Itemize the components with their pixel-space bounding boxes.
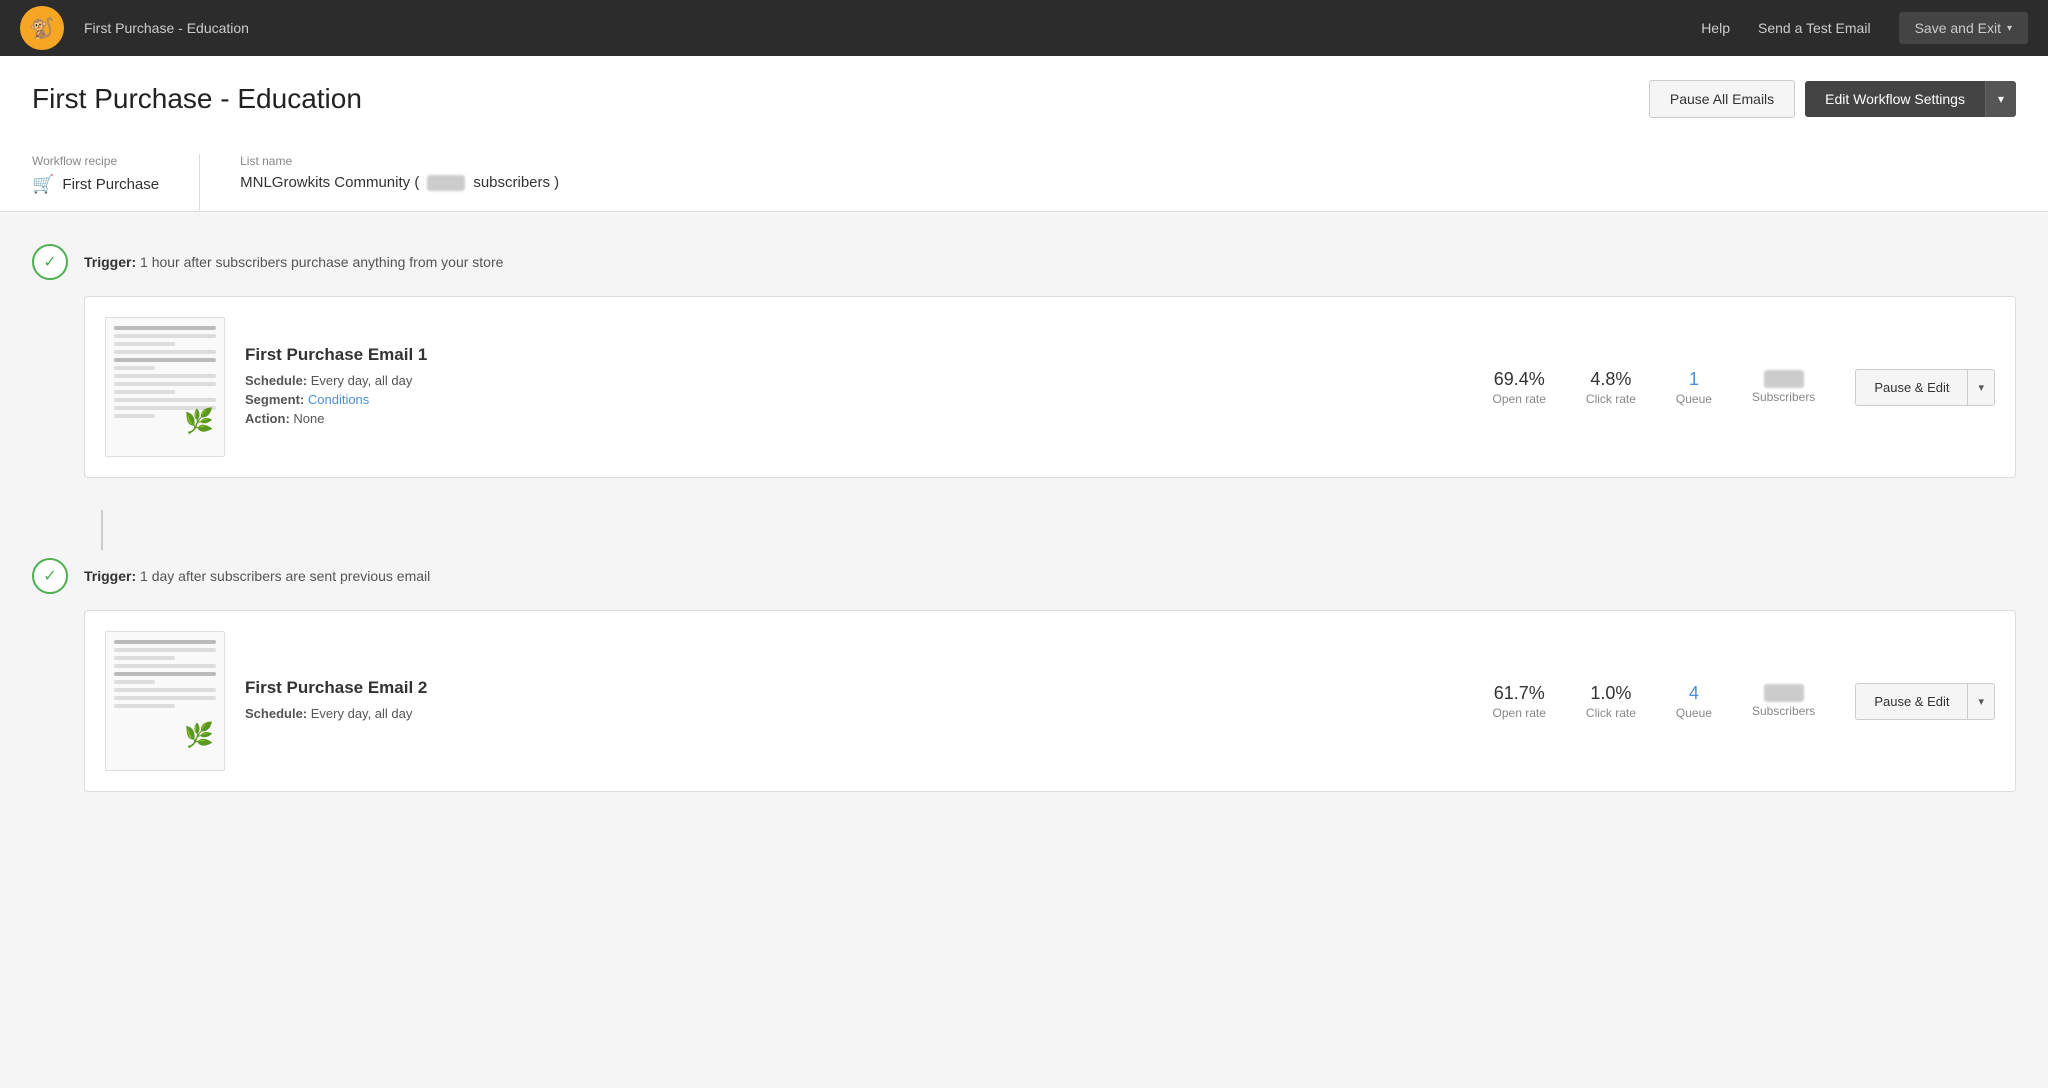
metadata-row: Workflow recipe 🛒 First Purchase List na… <box>32 138 2016 211</box>
pause-edit-2-dropdown[interactable]: ▾ <box>1968 683 1995 720</box>
trigger-1-text: Trigger: 1 hour after subscribers purcha… <box>84 254 503 270</box>
nav-title: First Purchase - Education <box>84 20 249 36</box>
trigger-1-circle: ✓ <box>32 244 68 280</box>
list-value: MNLGrowkits Community ( subscribers ) <box>240 174 559 191</box>
schedule-label: Schedule: <box>245 373 307 388</box>
subscriber-count-blurred <box>427 175 465 191</box>
trigger-1-section: ✓ Trigger: 1 hour after subscribers purc… <box>32 244 2016 478</box>
open-rate-label-2: Open rate <box>1493 706 1546 720</box>
test-email-link[interactable]: Send a Test Email <box>1758 20 1871 36</box>
save-exit-button[interactable]: Save and Exit ▾ <box>1899 12 2028 44</box>
email-2-schedule-val: Every day, all day <box>311 706 413 721</box>
email-1-action-val: None <box>293 411 324 426</box>
email-2-actions: Pause & Edit ▾ <box>1855 683 1995 720</box>
trigger-1-description: 1 hour after subscribers purchase anythi… <box>140 254 503 270</box>
email-1-schedule-val: Every day, all day <box>311 373 413 388</box>
subscribers-label: Subscribers <box>1752 390 1815 404</box>
queue-value-2[interactable]: 4 <box>1676 683 1712 704</box>
trigger-2-description: 1 day after subscribers are sent previou… <box>140 568 430 584</box>
pause-edit-2-button[interactable]: Pause & Edit <box>1855 683 1968 720</box>
cart-icon: 🛒 <box>32 174 54 195</box>
nav-left: 🐒 First Purchase - Education <box>20 6 249 50</box>
pause-all-button[interactable]: Pause All Emails <box>1649 80 1795 118</box>
email-2-name: First Purchase Email 2 <box>245 678 1453 698</box>
segment-label: Segment: <box>245 392 304 407</box>
list-label: List name <box>240 154 559 168</box>
page-header: First Purchase - Education Pause All Ema… <box>0 56 2048 212</box>
email-1-name: First Purchase Email 1 <box>245 345 1453 365</box>
email-2-schedule: Schedule: Every day, all day <box>245 706 1453 721</box>
pause-edit-1-button[interactable]: Pause & Edit <box>1855 369 1968 406</box>
subscribers-value-blurred-2 <box>1764 684 1804 702</box>
queue-label: Queue <box>1676 392 1712 406</box>
pause-edit-1-dropdown[interactable]: ▾ <box>1968 369 1995 406</box>
subscribers-stat-2: Subscribers <box>1752 684 1815 718</box>
schedule-label-2: Schedule: <box>245 706 307 721</box>
open-rate-value-2: 61.7% <box>1493 683 1546 704</box>
open-rate-stat-2: 61.7% Open rate <box>1493 683 1546 720</box>
list-name-suffix: subscribers ) <box>473 174 559 191</box>
open-rate-stat: 69.4% Open rate <box>1493 369 1546 406</box>
main-content: ✓ Trigger: 1 hour after subscribers purc… <box>0 212 2048 856</box>
email-1-schedule: Schedule: Every day, all day <box>245 373 1453 388</box>
click-rate-label: Click rate <box>1586 392 1636 406</box>
subscribers-stat: Subscribers <box>1752 370 1815 404</box>
connector-line <box>101 510 103 550</box>
click-rate-label-2: Click rate <box>1586 706 1636 720</box>
edit-workflow-button[interactable]: Edit Workflow Settings <box>1805 81 1985 117</box>
header-actions: Pause All Emails Edit Workflow Settings … <box>1649 80 2016 118</box>
recipe-name: First Purchase <box>62 176 159 193</box>
trigger-2-circle: ✓ <box>32 558 68 594</box>
open-rate-label: Open rate <box>1493 392 1546 406</box>
email-1-stats: 69.4% Open rate 4.8% Click rate 1 Queue … <box>1493 369 1816 406</box>
edit-workflow-wrap: Edit Workflow Settings ▾ <box>1805 81 2016 117</box>
trigger-1-row: ✓ Trigger: 1 hour after subscribers purc… <box>32 244 2016 280</box>
email-2-info: First Purchase Email 2 Schedule: Every d… <box>245 678 1453 725</box>
save-exit-chevron-icon: ▾ <box>2007 23 2012 34</box>
top-nav: 🐒 First Purchase - Education Help Send a… <box>0 0 2048 56</box>
workflow-recipe-meta: Workflow recipe 🛒 First Purchase <box>32 154 200 211</box>
email-1-action: Action: None <box>245 411 1453 426</box>
queue-stat: 1 Queue <box>1676 369 1712 406</box>
click-rate-stat-2: 1.0% Click rate <box>1586 683 1636 720</box>
queue-label-2: Queue <box>1676 706 1712 720</box>
queue-stat-2: 4 Queue <box>1676 683 1712 720</box>
trigger-2-text: Trigger: 1 day after subscribers are sen… <box>84 568 430 584</box>
subscribers-value-blurred <box>1764 370 1804 388</box>
recipe-value: 🛒 First Purchase <box>32 174 159 195</box>
recipe-label: Workflow recipe <box>32 154 159 168</box>
list-name-text: MNLGrowkits Community ( <box>240 174 419 191</box>
nav-right: Help Send a Test Email Save and Exit ▾ <box>1701 12 2028 44</box>
thumbnail-lines-2 <box>106 632 224 720</box>
email-2-stats: 61.7% Open rate 1.0% Click rate 4 Queue … <box>1493 683 1816 720</box>
page-title: First Purchase - Education <box>32 83 362 115</box>
page-header-top: First Purchase - Education Pause All Ema… <box>32 80 2016 138</box>
list-name-meta: List name MNLGrowkits Community ( subscr… <box>240 154 599 211</box>
email-1-segment: Segment: Conditions <box>245 392 1453 407</box>
queue-value[interactable]: 1 <box>1676 369 1712 390</box>
click-rate-value: 4.8% <box>1586 369 1636 390</box>
thumbnail-2-icon: 🌿 <box>184 721 214 750</box>
email-1-info: First Purchase Email 1 Schedule: Every d… <box>245 345 1453 430</box>
email-card-2: 🌿 First Purchase Email 2 Schedule: Every… <box>84 610 2016 792</box>
subscribers-label-2: Subscribers <box>1752 704 1815 718</box>
edit-workflow-dropdown-button[interactable]: ▾ <box>1985 81 2016 117</box>
thumbnail-cart-icon: 🌿 <box>184 407 214 436</box>
trigger-2-row: ✓ Trigger: 1 day after subscribers are s… <box>32 558 2016 594</box>
trigger-prefix-2: Trigger: <box>84 568 136 584</box>
email-1-thumbnail: 🌿 <box>105 317 225 457</box>
email-card-1: 🌿 First Purchase Email 1 Schedule: Every… <box>84 296 2016 478</box>
click-rate-value-2: 1.0% <box>1586 683 1636 704</box>
click-rate-stat: 4.8% Click rate <box>1586 369 1636 406</box>
email-1-segment-link[interactable]: Conditions <box>308 392 369 407</box>
trigger-2-section: ✓ Trigger: 1 day after subscribers are s… <box>32 558 2016 792</box>
action-label: Action: <box>245 411 290 426</box>
email-2-thumbnail: 🌿 <box>105 631 225 771</box>
help-link[interactable]: Help <box>1701 20 1730 36</box>
mailchimp-logo[interactable]: 🐒 <box>20 6 64 50</box>
email-1-actions: Pause & Edit ▾ <box>1855 369 1995 406</box>
open-rate-value: 69.4% <box>1493 369 1546 390</box>
trigger-prefix: Trigger: <box>84 254 136 270</box>
